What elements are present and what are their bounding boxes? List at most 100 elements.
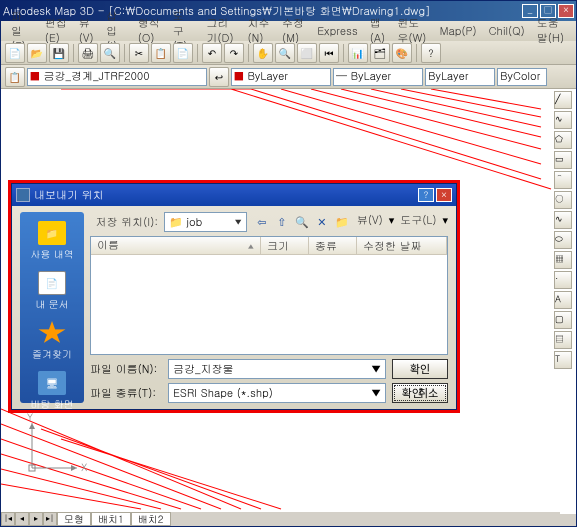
separator <box>248 44 249 62</box>
menu-express[interactable]: Express <box>311 22 364 41</box>
filename-input[interactable]: 금강_지장물 ▼ <box>168 359 386 379</box>
paste-icon[interactable]: 📄 <box>173 43 193 63</box>
dialog-help-button[interactable]: ? <box>418 188 434 202</box>
properties-icon[interactable]: 📊 <box>348 43 368 63</box>
search-web-icon[interactable]: 🔍 <box>293 213 311 231</box>
layer-toolbar: 📋 ■ 금강_경계_JTRF2000 ↩ ■ ByLayer — ByLayer… <box>1 65 576 89</box>
dialog-title: 내보내기 위치 <box>34 188 418 203</box>
delete-icon[interactable]: ✕ <box>313 213 331 231</box>
polyline-tool-icon[interactable]: ∿ <box>554 111 572 129</box>
column-name[interactable]: 이름 ▲ <box>91 237 261 254</box>
rectangle-tool-icon[interactable]: ▭ <box>554 151 572 169</box>
layer-previous-icon[interactable]: ↩ <box>209 67 229 87</box>
tab-next-icon[interactable]: ▸ <box>29 512 43 526</box>
menu-chil[interactable]: Chil(Q) <box>483 22 531 41</box>
redo-icon[interactable]: ↷ <box>224 43 244 63</box>
file-list-header: 이름 ▲ 크기 종류 수정한 날짜 <box>91 237 447 255</box>
menu-help[interactable]: 도움말(H) <box>531 14 572 48</box>
ucs-y-label: Y <box>27 413 33 424</box>
filetype-label: 파일 종류(T): <box>90 386 162 401</box>
tool-palette-icon[interactable]: 🎨 <box>392 43 412 63</box>
text-tool-icon[interactable]: A <box>554 291 572 309</box>
arc-tool-icon[interactable]: ⌒ <box>554 171 572 189</box>
linetype-dropdown[interactable]: — ByLayer <box>333 68 423 86</box>
layer-dropdown[interactable]: ■ 금강_경계_JTRF2000 <box>27 68 207 86</box>
column-date[interactable]: 수정한 날짜 <box>357 237 447 254</box>
zoom-previous-icon[interactable]: ⏮ <box>319 43 339 63</box>
filetype-dropdown[interactable]: ESRI Shape (*.shp) ▼ <box>168 383 386 403</box>
standard-toolbar: 📄 📂 💾 🖨 🔍 ✂ 📋 📄 ↶ ↷ ✋ 🔍 ⬜ ⏮ 📊 🗂 🎨 ? <box>1 41 576 65</box>
file-list[interactable]: 이름 ▲ 크기 종류 수정한 날짜 <box>90 236 448 355</box>
save-location-label: 저장 위치(I): <box>90 215 158 230</box>
tab-first-icon[interactable]: |◂ <box>1 512 15 526</box>
menu-mapp[interactable]: Map(P) <box>434 22 483 41</box>
dropdown-arrow-icon: ▼ <box>235 217 242 228</box>
mtext-tool-icon[interactable]: T <box>554 351 572 369</box>
dropdown-arrow-icon: ▼ <box>371 362 381 377</box>
tab-prev-icon[interactable]: ◂ <box>15 512 29 526</box>
column-size[interactable]: 크기 <box>261 237 309 254</box>
circle-tool-icon[interactable]: ○ <box>554 191 572 209</box>
plotstyle-dropdown[interactable]: ByColor <box>497 68 547 86</box>
copy-icon[interactable]: 📋 <box>151 43 171 63</box>
tab-layout1[interactable]: 배치1 <box>91 512 131 526</box>
spline-tool-icon[interactable]: ∿ <box>554 211 572 229</box>
tab-layout2[interactable]: 배치2 <box>131 512 171 526</box>
separator <box>197 44 198 62</box>
tools-menu-button[interactable]: 도구(L) <box>396 213 440 231</box>
sidebar-item-favorites[interactable]: 즐겨찾기 <box>24 318 80 364</box>
ok-button[interactable]: 확인 <box>392 359 448 379</box>
ellipse-tool-icon[interactable]: ⬭ <box>554 231 572 249</box>
dialog-close-button[interactable]: × <box>436 188 452 202</box>
sidebar-item-documents[interactable]: 📄 내 문서 <box>24 268 80 314</box>
line-tool-icon[interactable]: ╱ <box>554 91 572 109</box>
column-type[interactable]: 종류 <box>309 237 357 254</box>
color-dropdown[interactable]: ■ ByLayer <box>231 68 331 86</box>
region-tool-icon[interactable]: ▢ <box>554 311 572 329</box>
open-icon[interactable]: 📂 <box>27 43 47 63</box>
zoom-window-icon[interactable]: ⬜ <box>297 43 317 63</box>
back-icon[interactable]: ⇦ <box>253 213 271 231</box>
zoom-icon[interactable]: 🔍 <box>275 43 295 63</box>
layer-manager-icon[interactable]: 📋 <box>5 67 25 87</box>
sidebar-item-history[interactable]: 📁 사용 내역 <box>24 218 80 264</box>
separator <box>343 44 344 62</box>
draw-toolbar: ╱ ∿ ⬠ ▭ ⌒ ○ ∿ ⬭ ▦ · A ▢ ▤ T <box>554 91 574 369</box>
dialog-icon <box>16 188 30 202</box>
preview-icon[interactable]: 🔍 <box>100 43 120 63</box>
tab-last-icon[interactable]: ▸| <box>43 512 57 526</box>
file-list-body[interactable] <box>91 255 447 354</box>
dropdown-arrow-icon: ▼ <box>371 386 381 401</box>
cancel-button[interactable]: 확인취소 <box>392 383 448 403</box>
tab-model[interactable]: 모형 <box>57 512 91 526</box>
up-folder-icon[interactable]: ⇧ <box>273 213 291 231</box>
model-tabs: |◂ ◂ ▸ ▸| 모형 배치1 배치2 <box>1 512 560 526</box>
main-window: Autodesk Map 3D - [C:\Documents and Sett… <box>0 0 577 527</box>
menubar: 파일(F) 편집(E) 뷰(V) 삽입(I) 형식(O) 도구(T) 그리기(D… <box>1 21 576 41</box>
dialog-places-bar: 📁 사용 내역 📄 내 문서 즐겨찾기 🖥 바탕 화면 <box>20 212 84 403</box>
desktop-icon: 🖥 <box>38 371 66 395</box>
pan-icon[interactable]: ✋ <box>253 43 273 63</box>
separator <box>124 44 125 62</box>
save-icon[interactable]: 💾 <box>49 43 69 63</box>
favorites-icon <box>38 321 66 345</box>
cut-icon[interactable]: ✂ <box>129 43 149 63</box>
ucs-x-label: X <box>81 460 87 474</box>
print-icon[interactable]: 🖨 <box>78 43 98 63</box>
new-icon[interactable]: 📄 <box>5 43 25 63</box>
polygon-tool-icon[interactable]: ⬠ <box>554 131 572 149</box>
help-icon[interactable]: ? <box>421 43 441 63</box>
sidebar-item-desktop[interactable]: 🖥 바탕 화면 <box>24 368 80 414</box>
undo-icon[interactable]: ↶ <box>202 43 222 63</box>
hatch-tool-icon[interactable]: ▦ <box>554 251 572 269</box>
history-icon: 📁 <box>38 221 66 245</box>
lineweight-dropdown[interactable]: ByLayer <box>425 68 495 86</box>
dialog-highlight: 내보내기 위치 ? × 📁 사용 내역 📄 내 문서 <box>8 180 460 413</box>
view-menu-button[interactable]: 뷰(V) <box>353 213 387 231</box>
new-folder-icon[interactable]: 📁 <box>333 213 351 231</box>
folder-dropdown[interactable]: 📁 job ▼ <box>164 212 247 232</box>
table-tool-icon[interactable]: ▤ <box>554 331 572 349</box>
export-dialog: 내보내기 위치 ? × 📁 사용 내역 📄 내 문서 <box>11 183 457 410</box>
design-center-icon[interactable]: 🗂 <box>370 43 390 63</box>
point-tool-icon[interactable]: · <box>554 271 572 289</box>
